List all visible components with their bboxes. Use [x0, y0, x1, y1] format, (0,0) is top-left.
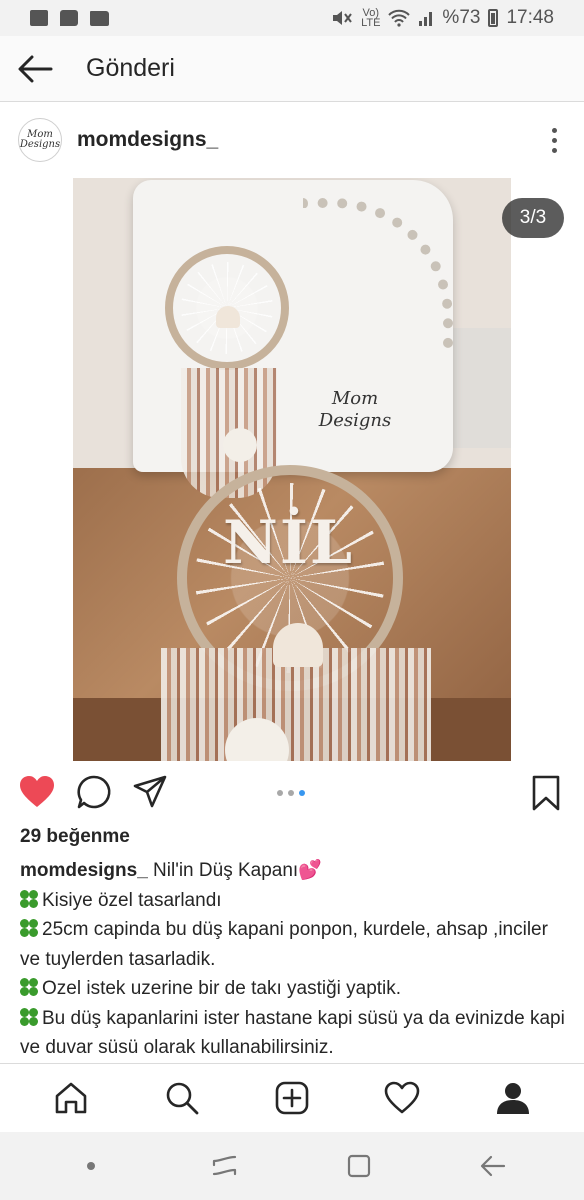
carousel-page-counter: 3/3 [502, 198, 564, 238]
carousel-dot [277, 790, 283, 796]
large-heart-charm [273, 623, 323, 667]
system-dot-button[interactable] [63, 1138, 119, 1194]
mute-icon [333, 11, 352, 25]
image-watermark: Mom Designs [318, 388, 392, 431]
caption-line-text: 25cm capinda bu düş kapani ponpon, kurde… [20, 919, 548, 970]
clock: 17:48 [506, 7, 554, 28]
caption-line-text: Bu düş kapanlarini ister hastane kapi sü… [20, 1007, 565, 1059]
message-notification-icon [60, 10, 78, 26]
back-arrow-icon [18, 55, 53, 82]
status-right-icons: Vo) LTE %73 17:48 [331, 7, 554, 29]
nav-home[interactable] [43, 1070, 99, 1126]
nav-add-post[interactable] [264, 1070, 320, 1126]
recent-apps-button[interactable] [197, 1138, 253, 1194]
recent-apps-icon [212, 1155, 237, 1176]
avatar[interactable]: Mom Designs [18, 118, 62, 162]
activity-heart-icon [385, 1081, 420, 1113]
post-image[interactable]: Mom Designs NİL [73, 178, 511, 761]
status-bar: Vo) LTE %73 17:48 [0, 0, 584, 36]
caption-title-line: momdesigns_ Nil'in Düş Kapanı💕 [20, 856, 568, 886]
heart-filled-icon [20, 776, 54, 807]
comment-button[interactable] [76, 774, 112, 815]
system-home-button[interactable] [331, 1138, 387, 1194]
tree-emoji-icon [20, 919, 38, 937]
home-square-icon [347, 1154, 371, 1178]
bottom-navigation [0, 1063, 584, 1131]
folder-notification-icon [90, 10, 109, 26]
battery-icon [488, 9, 499, 27]
profile-icon [496, 1082, 529, 1114]
post-action-bar [0, 768, 584, 820]
gallery-notification-icon [30, 10, 48, 26]
system-navigation [0, 1132, 584, 1200]
nav-activity[interactable] [374, 1070, 430, 1126]
app-header: Gönderi [0, 36, 584, 102]
caption-title: Nil'in Düş Kapanı [153, 860, 299, 881]
post-caption: momdesigns_ Nil'in Düş Kapanı💕 Kisiye öz… [20, 856, 568, 1064]
search-icon [166, 1082, 198, 1114]
small-pompom [223, 428, 257, 462]
wifi-icon [388, 9, 411, 27]
signal-icon [419, 12, 433, 26]
more-options-button[interactable] [542, 120, 566, 160]
carousel-indicator [277, 790, 305, 796]
more-dot [551, 127, 557, 133]
caption-line-text: Kisiye özel tasarlandı [42, 889, 222, 911]
volte-bottom-text: LTE [361, 17, 381, 29]
back-arrow-icon [480, 1155, 506, 1177]
comment-bubble-icon [77, 775, 111, 809]
small-heart-charm [216, 306, 240, 328]
add-post-icon [275, 1081, 309, 1114]
status-left-icons [30, 10, 109, 26]
caption-line: Bu düş kapanlarini ister hastane kapi sü… [20, 1004, 568, 1063]
more-dot [551, 147, 557, 153]
page-title: Gönderi [86, 54, 175, 82]
back-button[interactable] [0, 36, 70, 102]
nav-profile[interactable] [485, 1070, 541, 1126]
dot-icon [87, 1162, 95, 1170]
caption-line-text: Ozel istek uzerine bir de takı yastiği y… [42, 978, 402, 999]
likes-count[interactable]: 29 beğenme [20, 826, 130, 848]
paper-plane-icon [133, 775, 167, 808]
tree-emoji-icon [20, 889, 38, 908]
sparkling-heart-icon: 💕 [298, 860, 322, 881]
volte-indicator: Vo) LTE [361, 8, 381, 29]
like-button[interactable] [18, 774, 56, 815]
share-button[interactable] [132, 774, 168, 815]
nav-search[interactable] [154, 1070, 210, 1126]
image-name-letters: NİL [223, 508, 355, 578]
avatar-text: Mom Designs [19, 129, 61, 150]
caption-username[interactable]: momdesigns_ [20, 860, 148, 881]
carousel-dot-active [299, 790, 305, 796]
tree-emoji-icon [20, 1007, 38, 1026]
caption-line: Ozel istek uzerine bir de takı yastiği y… [20, 974, 568, 1004]
save-button[interactable] [530, 774, 562, 817]
caption-line: 25cm capinda bu düş kapani ponpon, kurde… [20, 915, 568, 974]
bookmark-icon [532, 775, 560, 811]
tree-emoji-icon [20, 978, 38, 996]
more-dot [551, 137, 557, 143]
system-back-button[interactable] [465, 1138, 521, 1194]
home-icon [55, 1082, 87, 1113]
battery-percent: %73 [442, 7, 481, 28]
carousel-dot [288, 790, 294, 796]
post-username[interactable]: momdesigns_ [77, 128, 218, 152]
post-header: Mom Designs momdesigns_ [0, 104, 584, 176]
caption-line: Kisiye özel tasarlandı [20, 886, 568, 916]
